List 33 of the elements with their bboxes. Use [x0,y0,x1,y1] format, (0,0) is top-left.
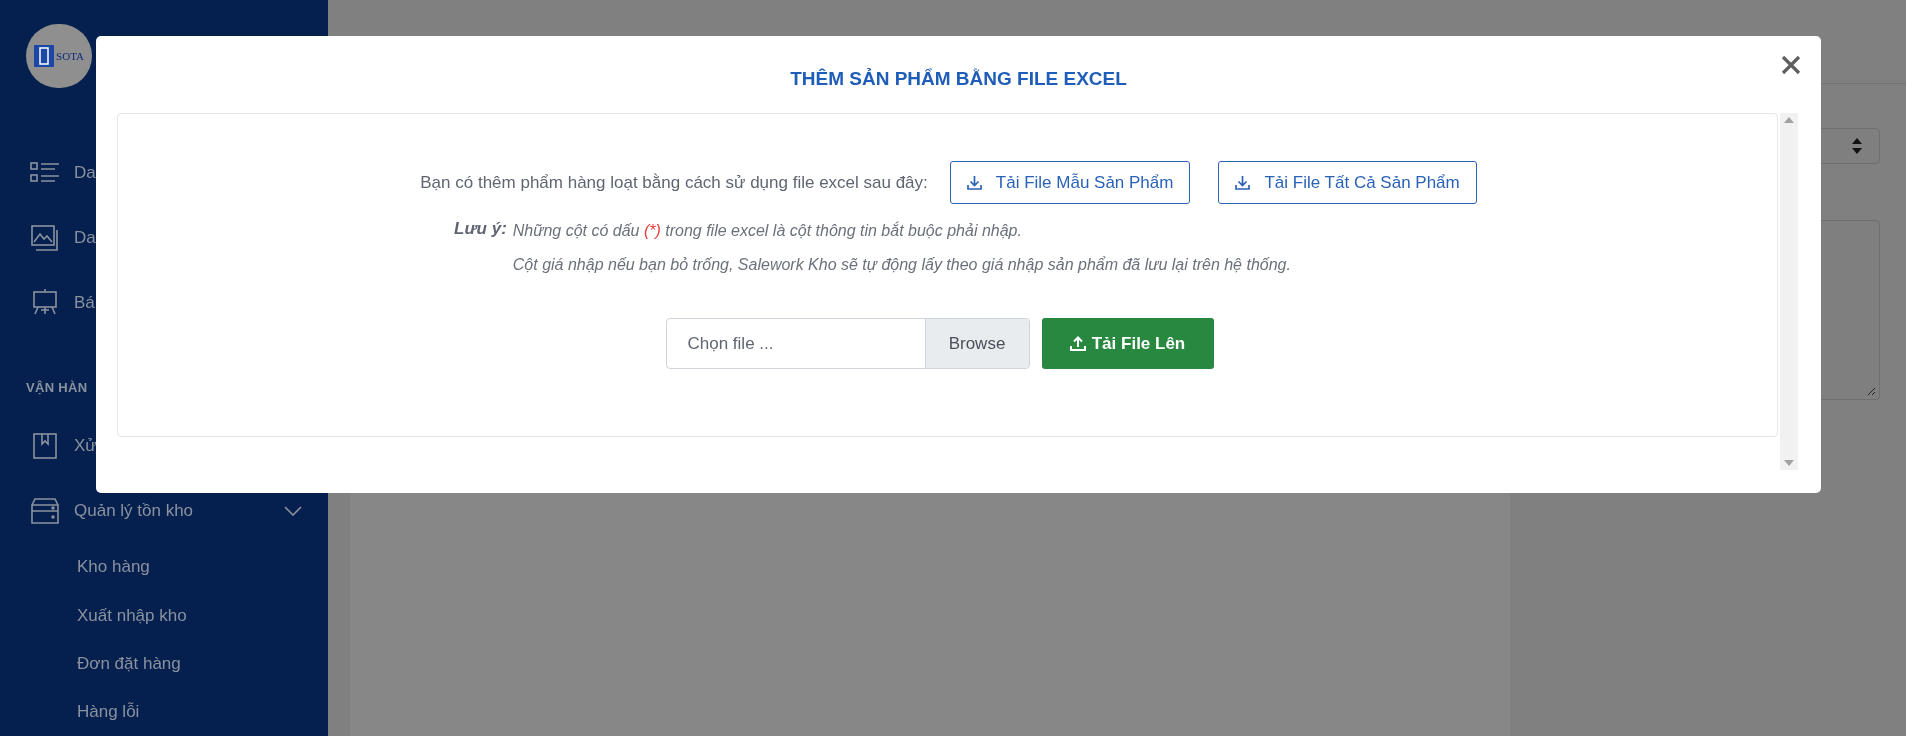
upload-icon [1069,336,1086,351]
intro-text: Bạn có thêm phẩm hàng loạt bằng cách sử dụng file excel sau đây: [420,171,928,194]
download-button[interactable]: Tải File Mẫu Sản Phẩm [949,161,1191,204]
download-button[interactable]: Tải File Tất Cả Sản Phẩm [1218,161,1477,204]
browse-button[interactable]: Browse [924,319,1029,368]
download-icon [1235,175,1251,190]
logo-text: SOTA [56,48,84,64]
resize-handle-icon [1867,387,1876,396]
gallery-icon [31,224,59,251]
section-heading: VẬN HÀN [25,378,89,397]
list-icon [30,162,60,184]
sidebar-subitem[interactable]: Đơn đặt hàng [0,639,328,688]
sidebar-subitem[interactable]: Xuất nhập kho [0,591,328,640]
file-input[interactable]: Chọn file ... Browse [665,318,1030,369]
sidebar-item[interactable]: Quản lý tồn kho [74,497,270,524]
sidebar-subitem[interactable]: Hàng lỗi [0,687,328,736]
close-button[interactable] [1779,53,1803,77]
server-icon [31,497,59,524]
scrollbar[interactable] [1780,113,1798,470]
modal-title: THÊM SẢN PHẨM BẰNG FILE EXCEL [790,67,1127,92]
sidebar-subitem[interactable]: Kho hàng [0,543,328,592]
door-logo-icon [34,44,55,67]
note-text: Cột giá nhập nếu bạn bỏ trống, Salework Kho sẽ tự động lấy theo giá nhập sản phẩm đã lưu lại trên hệ thống. [512,255,1291,275]
note-text: Những cột có dấu (*) trong file excel là cột thông tin bắt buộc phải nhập. [512,220,1023,241]
note-label: Lưu ý: [454,218,507,240]
upload-button[interactable]: Tải File Lên [1041,318,1214,369]
sort-icon [1851,137,1863,155]
scroll-up-arrow-icon[interactable] [1784,117,1794,123]
download-icon [966,175,982,190]
presentation-board-icon [32,288,58,317]
bookmark-book-icon [33,433,57,460]
chevron-icon[interactable] [284,505,302,516]
scroll-down-arrow-icon[interactable] [1784,460,1794,466]
